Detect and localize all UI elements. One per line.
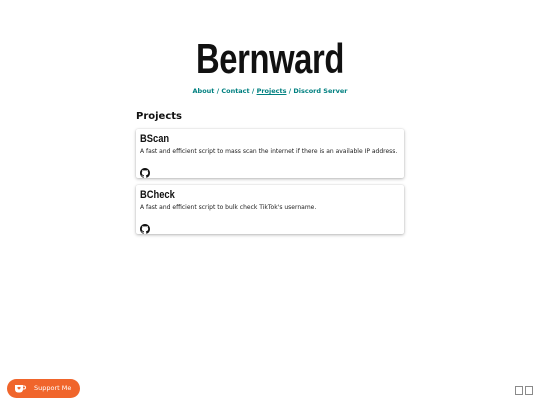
window-icon[interactable] (515, 386, 533, 395)
nav-link-discord-server[interactable]: Discord Server (293, 87, 347, 95)
site-title: Bernward (196, 35, 344, 82)
projects-heading: Projects (136, 111, 183, 122)
project-title: BCheck (140, 189, 175, 201)
nav-link-about[interactable]: About (193, 87, 215, 95)
project-title: BScan (140, 133, 170, 145)
nav-separator: / (251, 87, 255, 95)
project-card-bcheck: BCheck A fast and efficient script to bu… (136, 185, 404, 234)
project-card-bscan: BScan A fast and efficient script to mas… (136, 129, 404, 178)
nav-link-contact[interactable]: Contact (221, 87, 249, 95)
nav-separator: / (288, 87, 292, 95)
github-icon[interactable] (140, 219, 150, 234)
support-me-label: Support Me (34, 384, 72, 392)
nav-separator: / (216, 87, 220, 95)
project-description: A fast and efficient script to bulk chec… (140, 204, 317, 211)
main-nav: About / Contact / Projects / Discord Ser… (0, 86, 540, 96)
github-icon-graphic (140, 224, 150, 234)
github-icon-graphic (140, 168, 150, 178)
support-me-button[interactable]: Support Me (7, 379, 80, 398)
nav-link-projects[interactable]: Projects (257, 87, 287, 95)
project-description: A fast and efficient script to mass scan… (140, 148, 398, 155)
ko-fi-cup-icon (15, 385, 26, 393)
github-icon[interactable] (140, 163, 150, 178)
